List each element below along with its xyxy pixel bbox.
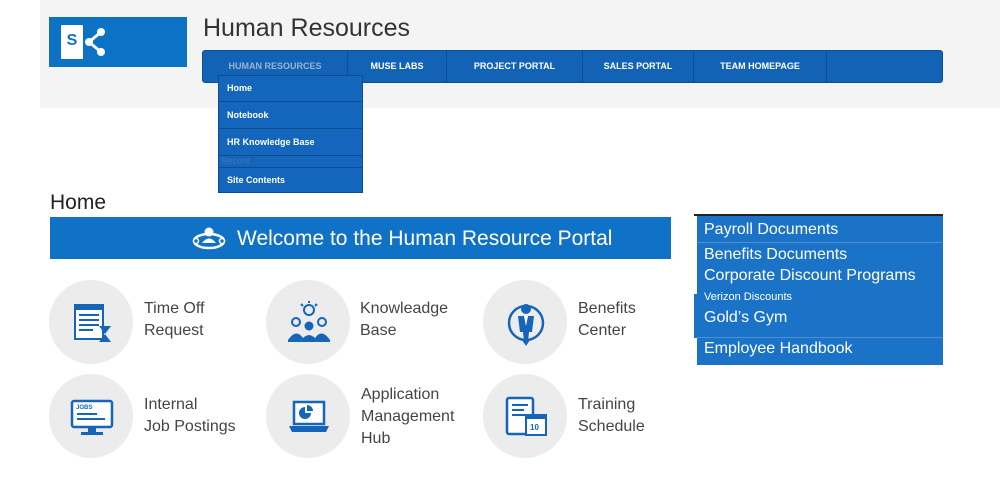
tile-label-time-off[interactable]: Time Off Request xyxy=(144,298,204,342)
tile-label-line: Schedule xyxy=(578,418,645,435)
svg-text:JOBS: JOBS xyxy=(76,405,92,411)
divider xyxy=(697,242,943,243)
divider xyxy=(697,337,943,338)
welcome-text: Welcome to the Human Resource Portal xyxy=(237,227,613,250)
dropdown-item-home[interactable]: Home xyxy=(219,76,362,102)
page-title: Home xyxy=(50,191,107,214)
tile-label-knowledge[interactable]: Knowleadge Base xyxy=(360,298,448,342)
link-benefits-documents[interactable]: Benefits Documents xyxy=(704,246,847,264)
tile-label-line: Base xyxy=(360,322,397,339)
tile-label-line: Hub xyxy=(361,430,391,447)
laptop-chart-icon xyxy=(289,400,329,432)
jobs-monitor-icon: JOBS xyxy=(70,399,114,435)
tile-label-line: Application xyxy=(361,386,440,403)
tile-time-off-request[interactable] xyxy=(49,280,133,364)
dropdown-item-notebook[interactable]: Notebook xyxy=(219,102,362,129)
calendar-hourglass-icon xyxy=(74,304,111,342)
svg-text:10: 10 xyxy=(530,423,539,432)
link-corporate-discount-programs[interactable]: Corporate Discount Programs xyxy=(704,267,916,285)
sharepoint-doc-icon: S xyxy=(61,25,83,59)
nav-item-team-homepage[interactable]: TEAM HOMEPAGE xyxy=(694,51,827,82)
tile-label-line: Request xyxy=(144,322,204,339)
tile-label-line: Benefits xyxy=(578,300,636,317)
sharepoint-share-icon xyxy=(85,28,105,56)
tile-label-line: Knowleadge xyxy=(360,300,449,317)
site-title[interactable]: Human Resources xyxy=(203,14,410,43)
dropdown-item-site-contents[interactable]: Site Contents xyxy=(219,168,362,193)
logo-letter: S xyxy=(66,32,78,49)
tile-label-benefits[interactable]: Benefits Center xyxy=(578,298,636,342)
tile-internal-job-postings[interactable]: JOBS xyxy=(49,374,133,458)
tile-label-line: Time Off xyxy=(144,300,205,317)
tablet-calendar-icon: 10 xyxy=(505,396,547,436)
link-payroll-documents[interactable]: Payroll Documents xyxy=(704,221,838,239)
quick-links-panel: Payroll Documents Benefits Documents Cor… xyxy=(697,216,943,365)
tile-training-schedule[interactable]: 10 xyxy=(483,374,567,458)
tile-label-line: Internal xyxy=(144,396,198,413)
link-employee-handbook[interactable]: Employee Handbook xyxy=(704,340,853,358)
person-target-icon xyxy=(507,304,545,346)
tile-label-jobs[interactable]: Internal Job Postings xyxy=(144,394,236,438)
tile-application-management-hub[interactable] xyxy=(266,374,350,458)
welcome-banner: Welcome to the Human Resource Portal xyxy=(50,217,671,259)
sharepoint-logo[interactable]: S xyxy=(49,17,187,67)
tile-benefits-center[interactable] xyxy=(483,280,567,364)
tile-label-line: Job Postings xyxy=(144,418,236,435)
team-lightbulb-icon xyxy=(288,301,330,342)
nav-dropdown-menu: Home Notebook HR Knowledge Base Recent S… xyxy=(218,75,363,193)
nav-item-sales-portal[interactable]: SALES PORTAL xyxy=(583,51,694,82)
tile-label-training[interactable]: Training Schedule xyxy=(578,394,645,438)
people-circle-icon xyxy=(192,227,226,250)
tile-label-application[interactable]: Application Management Hub xyxy=(361,384,454,450)
dropdown-section-recent: Recent xyxy=(219,156,362,168)
nav-item-project-portal[interactable]: PROJECT PORTAL xyxy=(447,51,583,82)
tile-knowledge-base[interactable] xyxy=(266,280,350,364)
tile-label-line: Training xyxy=(578,396,636,413)
tile-label-line: Management xyxy=(361,408,455,425)
link-golds-gym[interactable]: Gold’s Gym xyxy=(704,309,787,327)
link-verizon-discounts[interactable]: Verizon Discounts xyxy=(704,291,792,303)
tile-label-line: Center xyxy=(578,322,627,339)
dropdown-item-hr-knowledge-base[interactable]: HR Knowledge Base xyxy=(219,129,362,156)
